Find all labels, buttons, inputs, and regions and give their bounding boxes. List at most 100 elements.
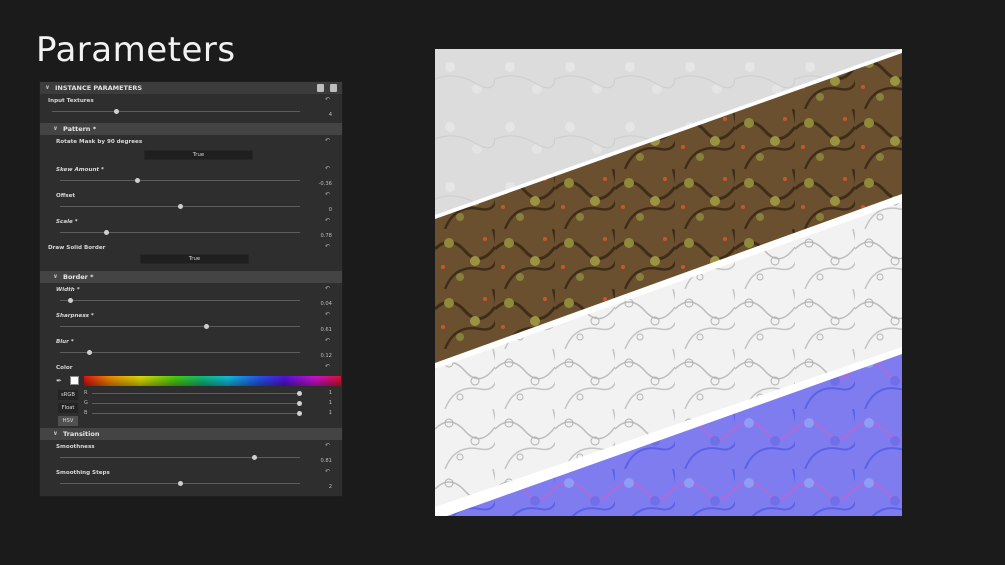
param-smoothness: Smoothness ↶ 0.81	[40, 440, 342, 466]
param-width: Width * ↶ 0.04	[40, 283, 342, 309]
param-value[interactable]: 0.12	[320, 353, 332, 359]
mode-hsv-button[interactable]: HSV	[58, 416, 78, 426]
section-border[interactable]: ∨ Border *	[40, 271, 342, 283]
slider-handle[interactable]	[134, 178, 140, 183]
param-scale: Scale * ↶ 0.78	[40, 215, 342, 241]
reset-icon[interactable]: ↶	[325, 363, 330, 370]
param-label: Rotate Mask by 90 degrees	[56, 139, 143, 145]
param-value[interactable]: -0.36	[319, 181, 332, 187]
param-label: Color	[56, 365, 73, 371]
color-swatch[interactable]	[70, 376, 79, 385]
param-label: Blur *	[56, 339, 74, 345]
slider-track[interactable]	[60, 180, 300, 181]
param-blur: Blur * ↶ 0.12	[40, 335, 342, 361]
channel-label: B	[84, 410, 88, 416]
reset-icon[interactable]: ↶	[325, 337, 330, 344]
chevron-down-icon[interactable]: ∨	[53, 428, 58, 440]
param-sharpness: Sharpness * ↶ 0.61	[40, 309, 342, 335]
reset-icon[interactable]: ↶	[325, 285, 330, 292]
channel-value[interactable]: 1	[329, 400, 332, 406]
param-label: Sharpness *	[56, 313, 94, 319]
slider-track[interactable]	[60, 457, 300, 458]
panel-header[interactable]: ∨ INSTANCE PARAMETERS	[40, 82, 342, 94]
param-value[interactable]: 0	[329, 207, 332, 213]
param-rotate-mask: Rotate Mask by 90 degrees ↶ True	[40, 135, 342, 163]
chevron-down-icon[interactable]: ∨	[53, 123, 58, 135]
reset-icon[interactable]: ↶	[325, 468, 330, 475]
reset-icon[interactable]: ↶	[325, 442, 330, 449]
slider-track[interactable]	[52, 111, 300, 112]
section-title: Pattern *	[63, 125, 97, 133]
slider-handle[interactable]	[204, 324, 210, 329]
material-preview	[435, 49, 902, 516]
color-spectrum[interactable]	[84, 376, 341, 386]
mode-srgb-button[interactable]: sRGB	[58, 390, 78, 400]
slider-track[interactable]	[60, 300, 300, 301]
param-label: Input Textures	[48, 98, 94, 104]
slider-handle[interactable]	[297, 391, 302, 396]
channel-r: R 1	[84, 390, 342, 398]
chevron-down-icon[interactable]: ∨	[45, 82, 50, 94]
channel-g: G 1	[84, 400, 342, 408]
reset-icon[interactable]: ↶	[325, 165, 330, 172]
slider-track[interactable]	[60, 352, 300, 353]
reset-icon[interactable]: ↶	[325, 217, 330, 224]
panel-header-label: INSTANCE PARAMETERS	[55, 84, 143, 92]
slider-track[interactable]	[92, 393, 302, 394]
page-title: Parameters	[36, 30, 236, 70]
channel-label: G	[84, 400, 88, 406]
param-value[interactable]: 0.61	[320, 327, 332, 333]
load-preset-icon[interactable]	[330, 84, 337, 92]
param-label: Width *	[56, 287, 80, 293]
slider-handle[interactable]	[178, 204, 183, 209]
slider-handle[interactable]	[297, 411, 302, 416]
channel-value[interactable]: 1	[329, 410, 332, 416]
chevron-down-icon[interactable]: ∨	[53, 271, 58, 283]
param-value[interactable]: 4	[329, 112, 332, 118]
preview-canvas	[435, 49, 902, 516]
param-input-textures: Input Textures ↶ 4	[40, 94, 342, 120]
slider-handle[interactable]	[297, 401, 302, 406]
channel-value[interactable]: 1	[329, 390, 332, 396]
reset-icon[interactable]: ↶	[325, 137, 330, 144]
instance-parameters-panel: ∨ INSTANCE PARAMETERS Input Textures ↶ 4…	[39, 81, 343, 497]
reset-icon[interactable]: ↶	[325, 311, 330, 318]
slider-handle[interactable]	[252, 455, 258, 460]
param-label: Scale *	[56, 219, 78, 225]
param-label: Draw Solid Border	[48, 245, 106, 251]
slider-handle[interactable]	[86, 350, 92, 355]
channel-b: B 1	[84, 410, 342, 418]
slider-track[interactable]	[60, 326, 300, 327]
slider-handle[interactable]	[114, 109, 120, 114]
reset-icon[interactable]: ↶	[325, 191, 330, 198]
slider-track[interactable]	[92, 403, 302, 404]
slider-track[interactable]	[92, 413, 302, 414]
param-label: Smoothness	[56, 444, 95, 450]
section-title: Transition	[63, 430, 100, 438]
eyedropper-icon[interactable]: ✒	[56, 377, 62, 385]
param-skew-amount: Skew Amount * ↶ -0.36	[40, 163, 342, 189]
param-value[interactable]: 0.81	[320, 458, 332, 464]
param-label: Skew Amount *	[56, 167, 104, 173]
slider-handle[interactable]	[67, 298, 73, 303]
slider-handle[interactable]	[103, 230, 109, 235]
section-transition[interactable]: ∨ Transition	[40, 428, 342, 440]
param-value[interactable]: 0.04	[320, 301, 332, 307]
section-pattern[interactable]: ∨ Pattern *	[40, 123, 342, 135]
save-preset-icon[interactable]	[317, 84, 324, 92]
slider-handle[interactable]	[178, 481, 183, 486]
param-smoothing-steps: Smoothing Steps ↶ 2	[40, 466, 342, 492]
slider-track[interactable]	[60, 232, 300, 233]
mode-float-button[interactable]: Float	[58, 403, 78, 413]
draw-solid-border-toggle[interactable]: True	[140, 254, 249, 264]
reset-icon[interactable]: ↶	[325, 96, 330, 103]
param-label: Offset	[56, 193, 76, 199]
param-value[interactable]: 2	[329, 484, 332, 490]
reset-icon[interactable]: ↶	[325, 243, 330, 250]
param-value[interactable]: 0.78	[320, 233, 332, 239]
param-offset: Offset ↶ 0	[40, 189, 342, 215]
section-title: Border *	[63, 273, 94, 281]
param-label: Smoothing Steps	[56, 470, 110, 476]
rotate-mask-toggle[interactable]: True	[144, 150, 253, 160]
param-draw-solid-border: Draw Solid Border ↶ True	[40, 241, 342, 268]
